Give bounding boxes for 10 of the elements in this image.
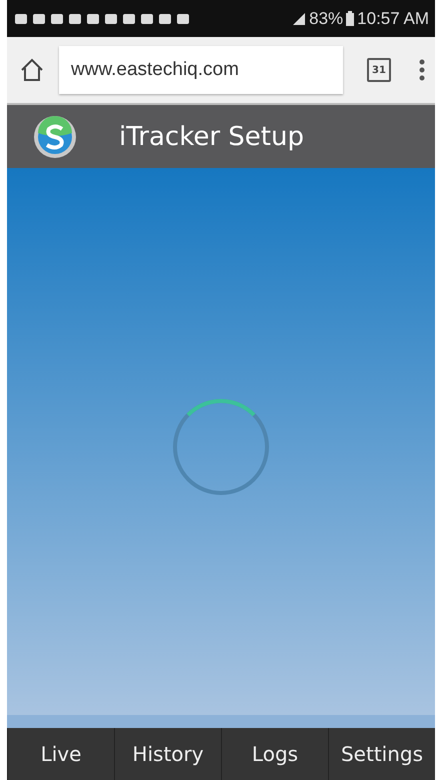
url-field[interactable]: www.eastechiq.com xyxy=(59,46,343,94)
page-title: iTracker Setup xyxy=(119,122,304,152)
home-icon[interactable] xyxy=(19,57,45,83)
clock: 10:57 AM xyxy=(357,8,429,28)
battery-icon xyxy=(346,11,354,26)
signal-icon xyxy=(292,12,306,26)
logo-icon xyxy=(33,114,77,158)
menu-icon[interactable] xyxy=(419,59,425,81)
calendar-button[interactable]: 31 xyxy=(367,58,391,82)
battery-percent: 83% xyxy=(309,8,344,28)
